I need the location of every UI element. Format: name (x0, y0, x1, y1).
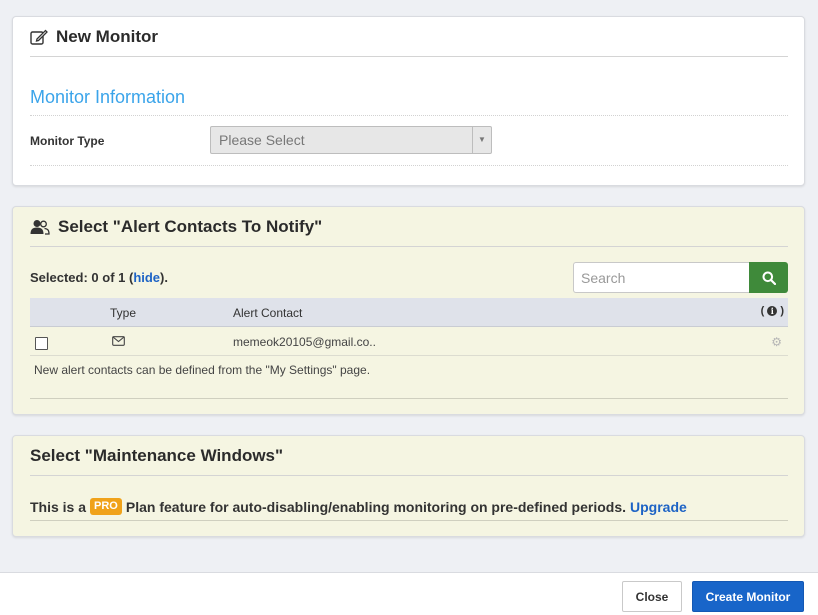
new-monitor-header: New Monitor (30, 17, 788, 57)
close-button[interactable]: Close (622, 581, 682, 612)
alert-contacts-title: Select "Alert Contacts To Notify" (58, 216, 323, 236)
column-info[interactable]: (i) (761, 305, 784, 317)
alert-contacts-panel: Select "Alert Contacts To Notify" Select… (12, 206, 805, 415)
new-monitor-title: New Monitor (56, 26, 158, 46)
gear-icon[interactable]: ⚙ (771, 335, 782, 349)
contacts-table-header: Type Alert Contact (i) (30, 298, 788, 327)
divider (30, 115, 788, 116)
edit-icon (30, 29, 48, 45)
search-button[interactable] (749, 262, 788, 293)
pro-badge: PRO (90, 498, 122, 515)
table-row: memeok20105@gmail.co.. ⚙ (30, 327, 788, 356)
contact-email: memeok20105@gmail.co.. (233, 335, 376, 349)
maintenance-windows-title: Select "Maintenance Windows" (30, 445, 284, 465)
divider (30, 165, 788, 166)
maintenance-windows-header: Select "Maintenance Windows" (30, 436, 788, 476)
column-alert-contact: Alert Contact (233, 306, 303, 320)
upgrade-link[interactable]: Upgrade (630, 499, 687, 515)
modal-footer: Close Create Monitor (0, 572, 818, 615)
divider (30, 520, 788, 521)
new-monitor-panel: New Monitor Monitor Information Monitor … (12, 16, 805, 186)
monitor-type-value: Please Select (219, 132, 305, 148)
users-icon (30, 219, 50, 235)
hide-link[interactable]: hide (133, 270, 160, 285)
contact-checkbox[interactable] (35, 337, 48, 350)
search-icon (762, 271, 776, 285)
pro-notice-description: Plan feature for auto-disabling/enabling… (125, 498, 627, 515)
envelope-icon (112, 335, 125, 349)
search-group (573, 262, 789, 293)
search-input[interactable] (573, 262, 750, 293)
pro-notice-text: This is a (30, 498, 87, 515)
alert-contacts-header: Select "Alert Contacts To Notify" (30, 207, 788, 247)
info-icon: i (767, 306, 778, 316)
chevron-down-icon[interactable]: ▼ (472, 127, 491, 153)
column-type: Type (110, 306, 137, 320)
maintenance-windows-panel: Select "Maintenance Windows" This is a P… (12, 435, 805, 537)
selected-count-text: Selected: 0 of 1 ( (30, 270, 134, 285)
monitor-type-label: Monitor Type (30, 134, 105, 148)
pro-feature-notice: This is a PRO Plan feature for auto-disa… (30, 498, 687, 515)
selected-count-suffix: ). (160, 270, 168, 285)
create-monitor-button[interactable]: Create Monitor (692, 581, 804, 612)
monitor-type-select[interactable]: Please Select ▼ (210, 126, 492, 154)
monitor-information-heading: Monitor Information (30, 87, 186, 107)
alert-contacts-note: New alert contacts can be defined from t… (34, 363, 371, 377)
divider (30, 398, 788, 399)
selected-count: Selected: 0 of 1 (hide). (30, 270, 168, 285)
